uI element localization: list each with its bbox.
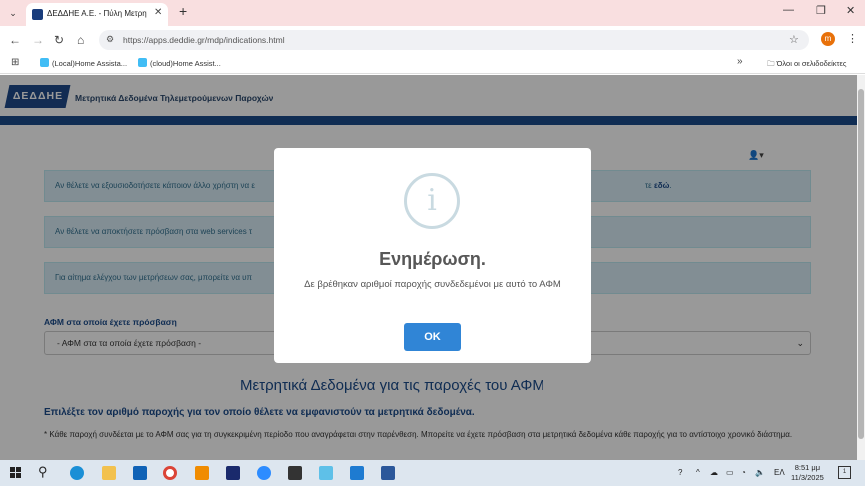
wifi-icon[interactable]: ◔ bbox=[741, 468, 746, 477]
taskbar: ⚲ ? ^ ☁ ▭ ◔ 🔈 ΕΛ 8:51 μμ 11/3/2025 1 bbox=[0, 460, 865, 486]
language-indicator[interactable]: ΕΛ bbox=[774, 468, 785, 477]
home-assistant-icon bbox=[40, 58, 49, 67]
store-app-icon[interactable] bbox=[319, 466, 333, 480]
restore-icon[interactable]: ❐ bbox=[816, 4, 826, 17]
home-icon[interactable]: ⌂ bbox=[77, 33, 84, 47]
volume-icon[interactable]: 🔈 bbox=[755, 468, 765, 477]
url-input[interactable]: ⚙ https://apps.deddie.gr/mdp/indications… bbox=[99, 30, 809, 50]
ok-button[interactable]: OK bbox=[404, 323, 461, 351]
bookmarks-bar: ⊞ (Local)Home Assista... (cloud)Home Ass… bbox=[0, 54, 865, 74]
notification-icon[interactable]: 1 bbox=[838, 466, 851, 479]
battery-icon[interactable]: ▭ bbox=[726, 468, 734, 477]
help-icon[interactable]: ? bbox=[678, 468, 682, 477]
word-icon[interactable] bbox=[381, 466, 395, 480]
clock-time: 8:51 μμ bbox=[794, 463, 821, 472]
all-bookmarks-label: Όλοι οι σελιδοδείκτες bbox=[776, 59, 847, 68]
profile-avatar[interactable]: m bbox=[821, 32, 835, 46]
site-info-icon[interactable]: ⚙ bbox=[106, 34, 114, 45]
edge-icon[interactable] bbox=[70, 466, 84, 480]
info-icon: i bbox=[404, 173, 460, 229]
bookmark-label: (cloud)Home Assist... bbox=[150, 59, 221, 68]
url-text: https://apps.deddie.gr/mdp/indications.h… bbox=[123, 35, 285, 45]
all-bookmarks-button[interactable]: 🗀 Όλοι οι σελιδοδείκτες bbox=[767, 58, 846, 71]
folder-icon: 🗀 bbox=[767, 59, 777, 68]
bookmark-local-home-assistant[interactable]: (Local)Home Assista... bbox=[40, 58, 127, 68]
browser-tab-bar: ⌄ ΔΕΔΔΗΕ Α.Ε. - Πύλη Μετρητικώ ✕ + — ❐ ✕ bbox=[0, 0, 865, 26]
modal-title: Ενημέρωση. bbox=[379, 249, 486, 269]
home-assistant-icon bbox=[138, 58, 147, 67]
reload-icon[interactable]: ↻ bbox=[54, 33, 64, 47]
forward-icon[interactable]: → bbox=[32, 33, 44, 47]
chrome-icon[interactable] bbox=[163, 466, 177, 480]
browser-tab[interactable]: ΔΕΔΔΗΕ Α.Ε. - Πύλη Μετρητικώ ✕ bbox=[26, 3, 168, 26]
tab-search-icon[interactable]: ⌄ bbox=[6, 6, 20, 20]
bookmarks-more-icon[interactable]: » bbox=[737, 56, 743, 67]
tab-title: ΔΕΔΔΗΕ Α.Ε. - Πύλη Μετρητικώ bbox=[47, 9, 147, 18]
clock[interactable]: 8:51 μμ 11/3/2025 bbox=[791, 463, 824, 483]
apps-grid-icon[interactable]: ⊞ bbox=[11, 57, 19, 68]
bookmark-cloud-home-assistant[interactable]: (cloud)Home Assist... bbox=[138, 58, 221, 68]
new-tab-button[interactable]: + bbox=[179, 3, 187, 19]
info-modal: i Ενημέρωση. Δε βρέθηκαν αριθμοί παροχής… bbox=[274, 148, 591, 363]
zoom-icon[interactable] bbox=[257, 466, 271, 480]
search-icon[interactable]: ⚲ bbox=[38, 464, 48, 480]
outlook-icon[interactable] bbox=[133, 466, 147, 480]
page-scrollbar[interactable] bbox=[857, 75, 865, 460]
file-explorer-icon[interactable] bbox=[102, 466, 116, 480]
tray-expand-icon[interactable]: ^ bbox=[696, 468, 700, 477]
onedrive-icon[interactable]: ☁ bbox=[710, 468, 718, 477]
clock-date: 11/3/2025 bbox=[791, 473, 824, 482]
site-favicon-icon bbox=[32, 9, 43, 20]
back-icon[interactable]: ← bbox=[9, 33, 21, 47]
bookmark-label: (Local)Home Assista... bbox=[52, 59, 128, 68]
notion-icon[interactable] bbox=[288, 466, 302, 480]
minimize-icon[interactable]: — bbox=[783, 4, 794, 16]
tab-close-icon[interactable]: ✕ bbox=[154, 7, 162, 18]
browser-menu-icon[interactable]: ⋮ bbox=[847, 32, 858, 45]
windows-start-icon[interactable] bbox=[10, 467, 22, 479]
web-page: ΔΕΔΔΗΕ Μετρητικά Δεδομένα Τηλεμετρούμενω… bbox=[0, 75, 857, 460]
bookmark-star-icon[interactable]: ☆ bbox=[789, 33, 799, 46]
window-close-icon[interactable]: ✕ bbox=[846, 4, 855, 17]
microsoft-store-icon[interactable] bbox=[350, 466, 364, 480]
app-icon[interactable] bbox=[226, 466, 240, 480]
modal-message: Δε βρέθηκαν αριθμοί παροχής συνδεδεμένοι… bbox=[304, 279, 561, 290]
address-bar-row: ← → ↻ ⌂ ⚙ https://apps.deddie.gr/mdp/ind… bbox=[0, 26, 865, 54]
vlc-icon[interactable] bbox=[195, 466, 209, 480]
scroll-thumb[interactable] bbox=[858, 89, 864, 439]
